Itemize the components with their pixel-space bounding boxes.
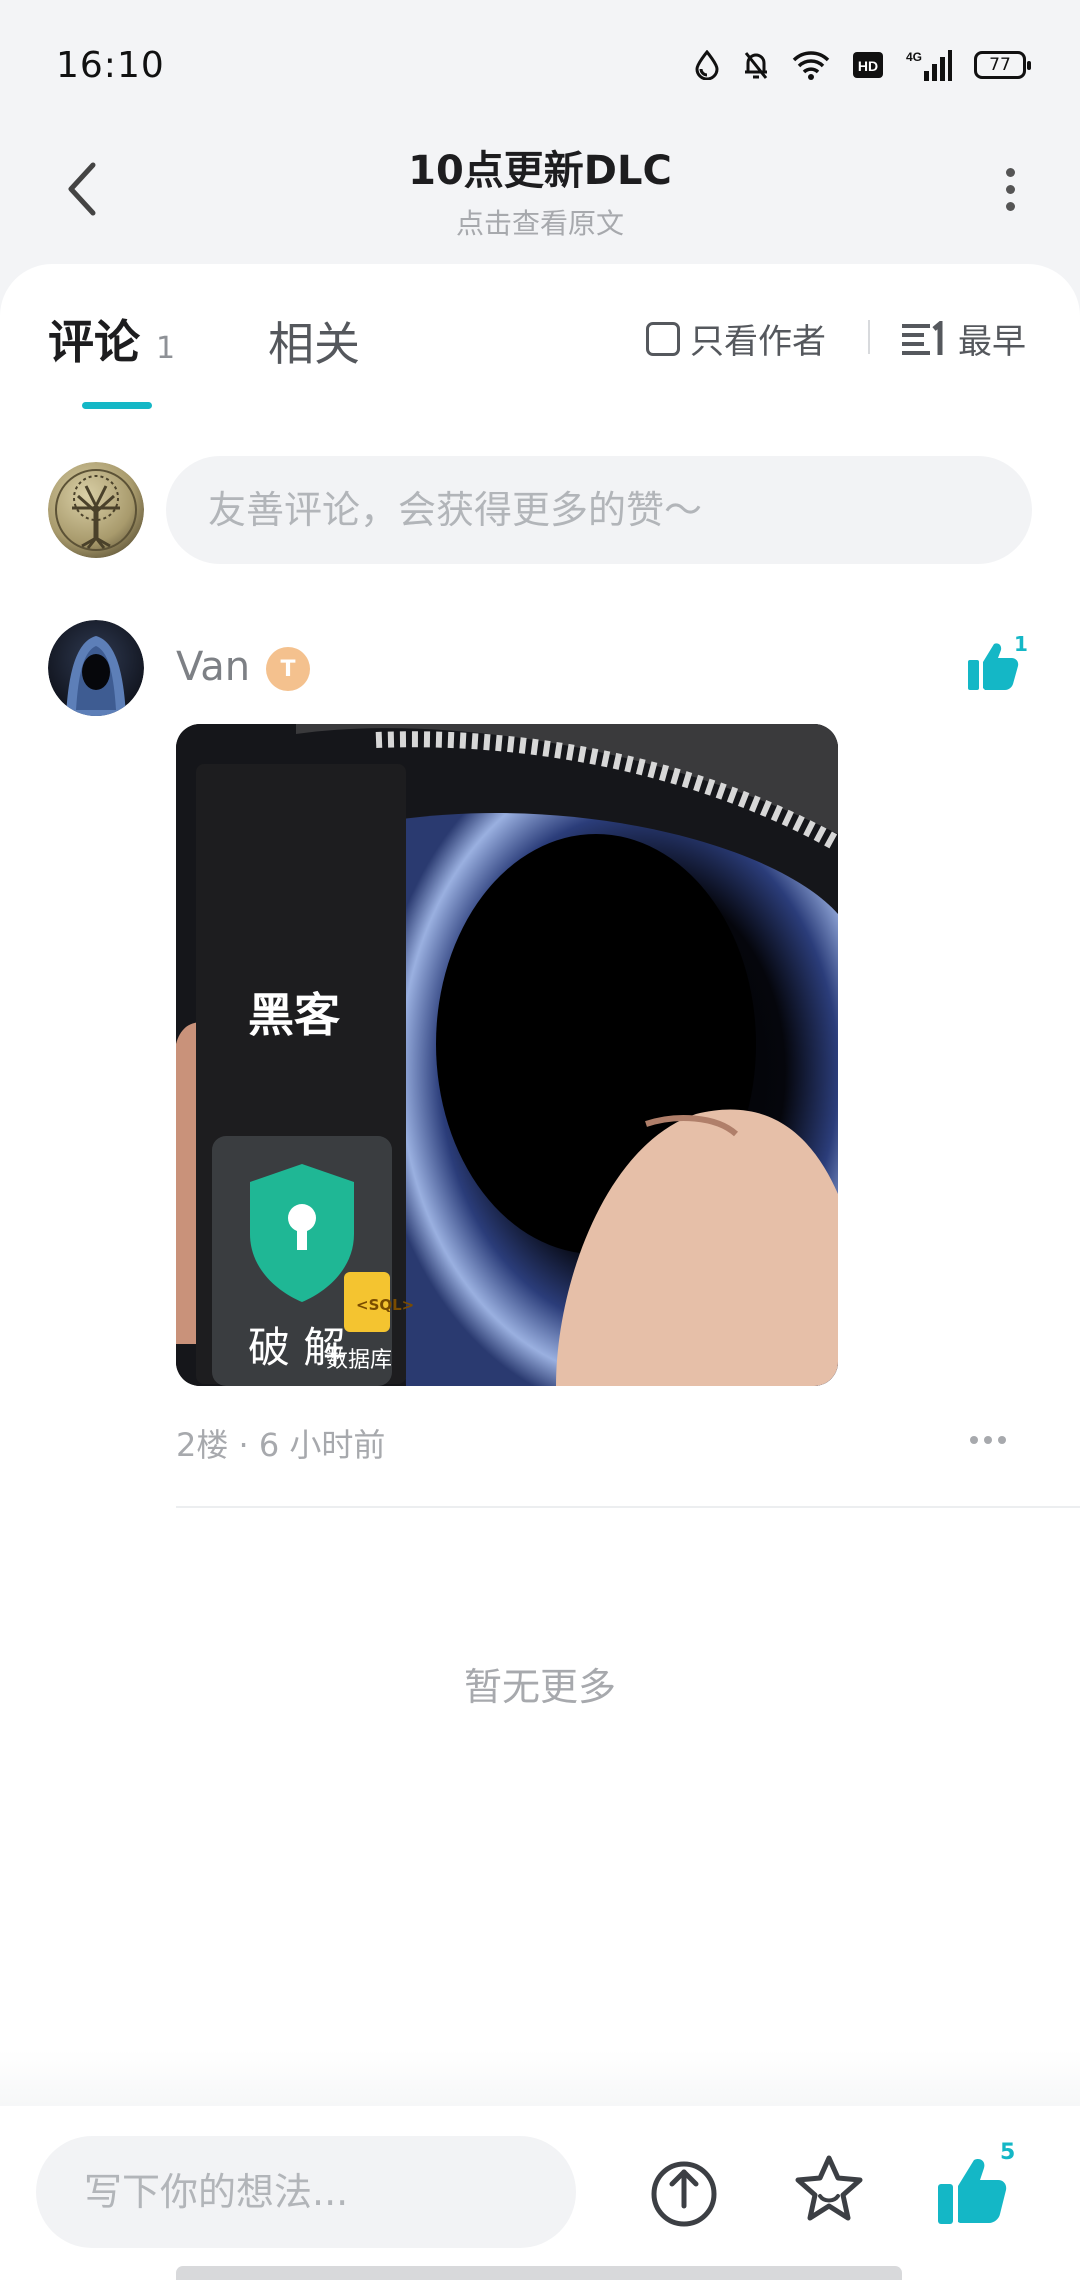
- comment-input[interactable]: [166, 456, 1032, 564]
- hooded-figure-avatar: [48, 620, 144, 716]
- my-avatar[interactable]: [48, 462, 144, 558]
- share-icon: [651, 2161, 717, 2227]
- comments-panel: 评论 1 相关 只看作者 最早 友善评论，会获得更多的赞～ Van T 1 黑客…: [0, 264, 1080, 2280]
- author-only-label: 只看作者: [690, 322, 826, 362]
- image-caption-database: 数据库: [326, 1348, 393, 1373]
- share-button[interactable]: [648, 2154, 720, 2230]
- thumbs-up-icon: [938, 2158, 1007, 2224]
- sort-label: 最早: [958, 322, 1026, 362]
- checkbox-icon[interactable]: [646, 321, 680, 356]
- view-original-link[interactable]: 点击查看原文: [0, 202, 1080, 242]
- home-indicator: [176, 2266, 902, 2280]
- more-options-button[interactable]: [980, 154, 1040, 224]
- like-button[interactable]: [934, 2152, 1008, 2228]
- tab-comments-label: 评论: [48, 315, 140, 369]
- network-type-text: 4G: [906, 50, 922, 64]
- status-bar: 16:10 HD 4G 77: [0, 0, 1080, 130]
- comment-image[interactable]: 黑客 <SQL> 破 解 数据库: [176, 724, 838, 1386]
- tree-of-life-coin-avatar: [48, 462, 144, 558]
- mute-bell-icon: [744, 52, 768, 79]
- hacker-meme-image: [176, 724, 838, 1386]
- battery-indicator: 77: [974, 51, 1031, 79]
- bottom-fade: [0, 2050, 1080, 2106]
- sort-button[interactable]: 最早: [900, 314, 1026, 363]
- comment-author-avatar[interactable]: [48, 620, 144, 716]
- comment-author-name[interactable]: Van: [176, 644, 250, 690]
- tab-comments[interactable]: 评论 1: [48, 306, 175, 372]
- title-block[interactable]: 10点更新DLC 点击查看原文: [0, 138, 1080, 242]
- filter-divider: [868, 320, 870, 354]
- data-saver-icon: [695, 50, 719, 80]
- thumbs-up-icon: [968, 643, 1019, 690]
- comment-more-button[interactable]: [970, 1436, 1006, 1444]
- image-caption-hacker: 黑客: [248, 988, 340, 1042]
- favorite-button[interactable]: [792, 2152, 866, 2228]
- image-caption-sql: <SQL>: [356, 1296, 415, 1314]
- level-badge: T: [266, 647, 310, 691]
- star-icon: [795, 2155, 863, 2221]
- active-tab-indicator: [82, 402, 152, 409]
- more-vertical-icon: [1005, 167, 1015, 177]
- status-icons: HD 4G 77: [694, 49, 1031, 81]
- tab-comments-count: 1: [156, 331, 176, 366]
- tab-bar: 评论 1 相关 只看作者 最早: [0, 264, 1080, 414]
- wifi-icon: [792, 51, 830, 80]
- hd-icon: HD: [853, 52, 883, 78]
- more-horizontal-icon: [970, 1436, 978, 1444]
- like-count: 5: [1000, 2140, 1016, 2165]
- top-app-bar: 10点更新DLC 点击查看原文: [0, 130, 1080, 260]
- comment-divider: [176, 1506, 1080, 1508]
- write-comment-input[interactable]: [36, 2136, 576, 2248]
- sort-list-icon: [902, 320, 943, 355]
- bottom-action-bar: 5: [0, 2106, 1080, 2280]
- hd-text: HD: [858, 58, 878, 74]
- comment-like-count: 1: [1014, 632, 1028, 656]
- comment-meta: 2楼 · 6 小时前: [176, 1426, 386, 1464]
- comment-like-button[interactable]: [964, 638, 1020, 694]
- author-only-toggle[interactable]: 只看作者: [646, 314, 826, 363]
- page-title: 10点更新DLC: [408, 148, 672, 194]
- status-time: 16:10: [56, 44, 165, 86]
- signal-icon: 4G: [906, 50, 952, 81]
- tab-related[interactable]: 相关: [268, 308, 360, 374]
- list-end-text: 暂无更多: [463, 1665, 616, 1709]
